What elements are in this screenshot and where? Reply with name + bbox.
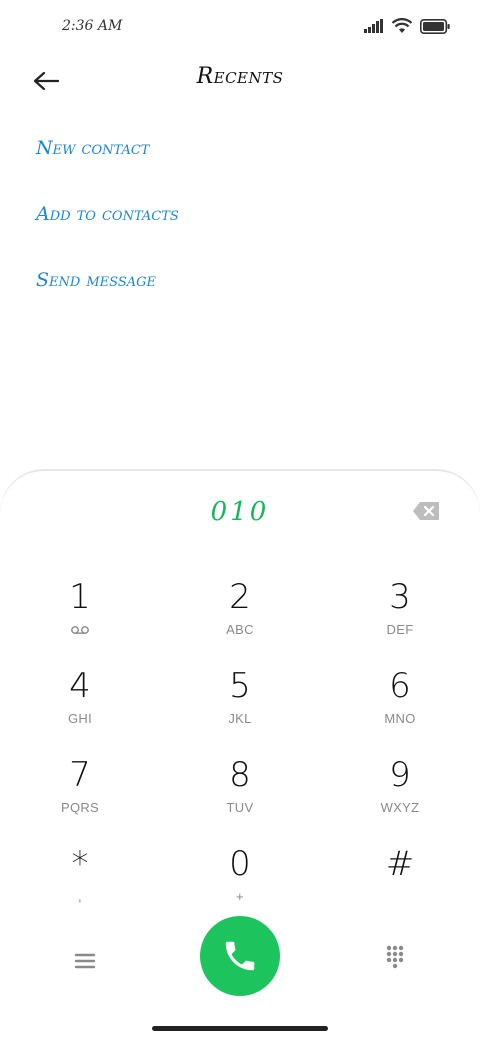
dialer-panel: 010 1 2 ABC 3 DEF 4 GHI 5 JKL 6 MNO 7 PQ… [0,470,480,1040]
dialer-bottom-bar [0,916,480,1006]
key-6[interactable]: 6 MNO [320,660,480,748]
dialed-number[interactable]: 010 [0,497,480,527]
key-3[interactable]: 3 DEF [320,571,480,659]
key-letters: DEF [386,622,414,637]
key-digit: * [71,844,89,884]
status-time: 2:36 AM [62,18,123,34]
key-digit: 7 [69,755,91,795]
signal-icon [364,19,383,33]
home-indicator[interactable] [152,1026,328,1031]
action-list: New contact Add to contacts Send message [36,122,179,320]
key-star[interactable]: * , [0,838,160,926]
key-2[interactable]: 2 ABC [160,571,320,659]
key-digit: 2 [229,577,251,617]
key-letters: ABC [226,622,254,637]
key-letters: + [236,889,244,904]
dialpad-toggle-button[interactable] [380,942,410,972]
key-digit: # [385,844,415,884]
key-letters: MNO [384,711,416,726]
battery-icon [420,18,450,34]
send-message-link[interactable]: Send message [36,254,179,320]
key-digit: 1 [69,577,91,617]
key-4[interactable]: 4 GHI [0,660,160,748]
header: Recents [0,56,480,106]
key-digit: 8 [229,755,251,795]
key-letters: GHI [67,711,92,726]
wifi-icon [392,18,412,33]
backspace-icon [413,502,439,520]
key-8[interactable]: 8 TUV [160,749,320,837]
voicemail-icon [71,626,89,634]
key-9[interactable]: 9 WXYZ [320,749,480,837]
page-title: Recents [196,64,284,89]
key-7[interactable]: 7 PQRS [0,749,160,837]
key-digit: 4 [69,666,91,706]
key-hash[interactable]: # [320,838,480,926]
key-letters: , [78,889,82,904]
add-to-contacts-link[interactable]: Add to contacts [36,188,179,254]
menu-button[interactable] [70,946,100,976]
status-bar: 2:36 AM [0,0,480,56]
phone-icon [225,941,255,971]
key-0[interactable]: 0 + [160,838,320,926]
key-digit: 9 [389,755,411,795]
key-letters: PQRS [60,800,100,815]
menu-icon [74,953,96,969]
status-icons [364,18,450,34]
key-1[interactable]: 1 [0,571,160,659]
key-letters: WXYZ [380,800,420,815]
new-contact-link[interactable]: New contact [36,122,179,188]
key-digit: 5 [229,666,251,706]
key-5[interactable]: 5 JKL [160,660,320,748]
key-digit: 0 [229,844,251,884]
key-digit: 6 [389,666,411,706]
key-letters: JKL [228,711,252,726]
key-letters: TUV [226,800,254,815]
dialpad-icon [386,945,404,969]
call-button[interactable] [200,916,280,996]
key-digit: 3 [389,577,411,617]
backspace-button[interactable] [412,501,442,523]
